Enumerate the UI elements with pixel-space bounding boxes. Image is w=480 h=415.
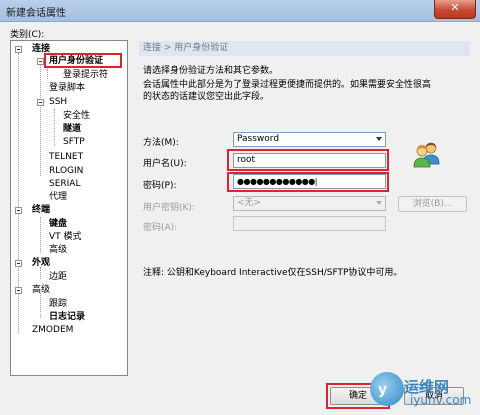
collapse-icon[interactable]	[15, 260, 22, 267]
tree-item-login-script[interactable]: 登录脚本	[49, 83, 85, 94]
method-select[interactable]: Password	[233, 132, 386, 147]
tree-item-sftp[interactable]: SFTP	[63, 137, 85, 148]
tree-connector	[40, 293, 41, 318]
tree-item-advanced-global[interactable]: 高级	[32, 285, 50, 296]
watermark: y 运维网 iyunv.com	[370, 372, 475, 412]
passphrase-label: 密码(A):	[143, 223, 178, 233]
session-properties-window: 新建会话属性 ✕ 类别(C): 连接 用户身份验证 登录提示符 登录脚本 SSH…	[0, 0, 480, 415]
close-button[interactable]: ✕	[434, 0, 476, 19]
collapse-icon[interactable]	[15, 287, 22, 294]
tree-item-telnet[interactable]: TELNET	[49, 152, 83, 163]
tree-item-logging[interactable]: 日志记录	[49, 312, 85, 323]
userkey-select[interactable]: <无>	[233, 196, 386, 211]
collapse-icon[interactable]	[37, 99, 44, 106]
userkey-value: <无>	[237, 198, 262, 208]
highlight-user-auth	[44, 53, 122, 68]
panel-breadcrumb: 连接 > 用户身份验证	[139, 41, 470, 56]
method-label: 方法(M):	[143, 138, 179, 148]
passphrase-input[interactable]	[233, 216, 386, 231]
dropdown-arrow-icon	[376, 137, 382, 141]
category-label: 类别(C):	[10, 30, 45, 40]
tree-item-proxy[interactable]: 代理	[49, 192, 67, 203]
collapse-icon[interactable]	[37, 58, 44, 65]
tree-connector	[40, 217, 41, 253]
tree-item-security[interactable]: 安全性	[63, 111, 90, 122]
tree-item-ssh[interactable]: SSH	[49, 97, 67, 108]
close-icon: ✕	[450, 1, 460, 14]
note-text: 注释: 公钥和Keyboard Interactive仅在SSH/SFTP协议中…	[143, 268, 403, 278]
tree-item-vt-mode[interactable]: VT 模式	[49, 232, 82, 243]
tree-item-trace[interactable]: 跟踪	[49, 299, 67, 310]
password-label: 密码(P):	[143, 181, 177, 191]
tree-item-keyboard[interactable]: 键盘	[49, 219, 67, 230]
category-tree[interactable]: 连接 用户身份验证 登录提示符 登录脚本 SSH 安全性 隧道 SFTP TEL…	[10, 40, 128, 376]
watermark-domain: iyunv.com	[410, 393, 472, 407]
tree-connector	[47, 69, 48, 79]
tree-item-login-prompt[interactable]: 登录提示符	[63, 70, 108, 81]
intro-text-1: 请选择身份验证方法和其它参数。	[143, 66, 279, 76]
tree-item-terminal[interactable]: 终端	[32, 205, 50, 216]
browse-button[interactable]: 浏览(B)...	[398, 196, 467, 212]
tree-item-zmodem[interactable]: ZMODEM	[32, 325, 73, 336]
users-icon	[413, 142, 440, 168]
tree-item-tunnel[interactable]: 隧道	[63, 124, 81, 135]
tree-item-margin[interactable]: 边距	[49, 272, 67, 283]
tree-item-serial[interactable]: SERIAL	[49, 179, 80, 190]
username-label: 用户名(U):	[143, 159, 187, 169]
tree-connector	[40, 61, 41, 176]
tree-item-rlogin[interactable]: RLOGIN	[49, 166, 83, 177]
watermark-logo-letter: y	[378, 382, 388, 398]
tree-item-appearance[interactable]: 外观	[32, 258, 50, 269]
method-value: Password	[237, 134, 280, 144]
window-title: 新建会话属性	[6, 8, 66, 19]
dropdown-arrow-icon	[376, 201, 382, 205]
title-bar: 新建会话属性 ✕	[0, 0, 480, 22]
intro-text-3: 的状态的话建议您空出此字段。	[143, 92, 270, 102]
tree-connector	[54, 109, 55, 145]
collapse-icon[interactable]	[15, 207, 22, 214]
collapse-icon[interactable]	[15, 46, 22, 53]
tree-item-advanced[interactable]: 高级	[49, 245, 67, 256]
highlight-username	[227, 149, 389, 171]
userkey-label: 用户密钥(K):	[143, 203, 195, 213]
highlight-password	[227, 172, 389, 192]
